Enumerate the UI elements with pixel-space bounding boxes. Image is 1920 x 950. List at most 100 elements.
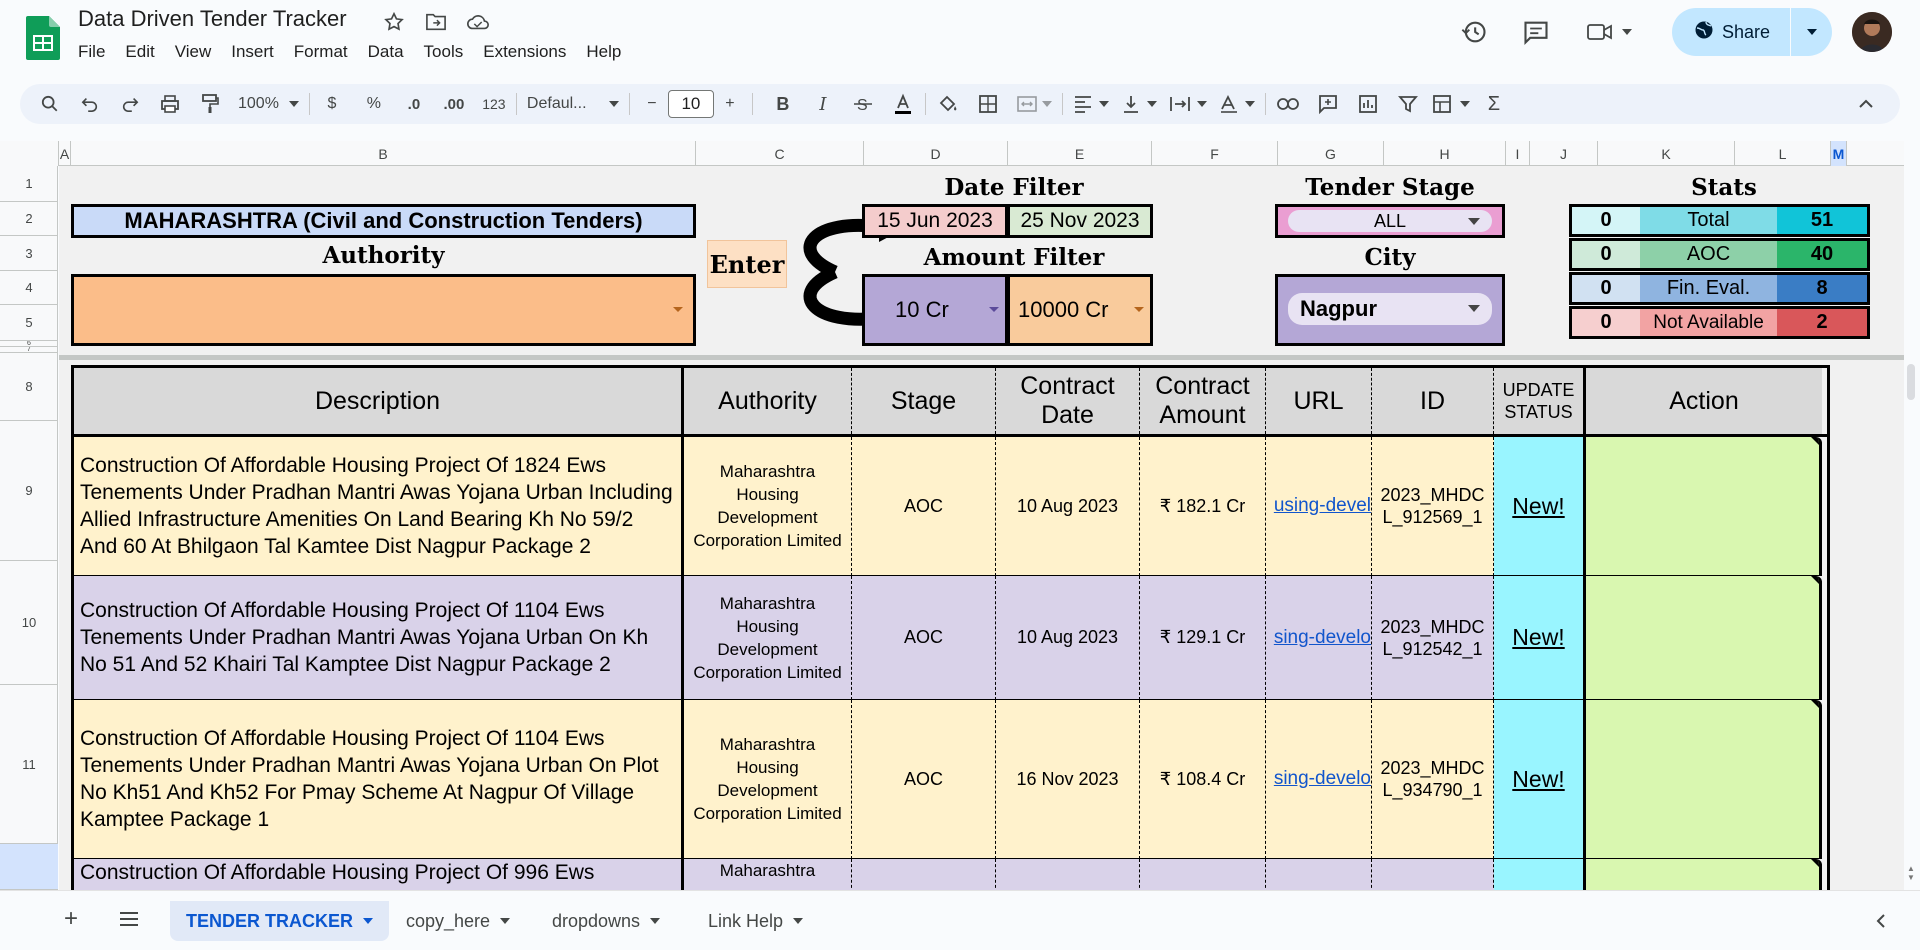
column-header-h[interactable]: H bbox=[1384, 141, 1506, 166]
row-header-3[interactable]: 3 bbox=[0, 236, 58, 271]
menu-data[interactable]: Data bbox=[358, 40, 414, 64]
insert-link-icon[interactable] bbox=[1272, 88, 1304, 120]
font-select[interactable]: Defaul... bbox=[523, 88, 623, 120]
comments-icon[interactable] bbox=[1512, 8, 1560, 56]
column-header-i[interactable]: I bbox=[1506, 141, 1530, 166]
merge-cells-icon[interactable] bbox=[1012, 88, 1056, 120]
menu-help[interactable]: Help bbox=[576, 40, 631, 64]
document-title[interactable]: Data Driven Tender Tracker bbox=[78, 6, 347, 32]
cell-action[interactable] bbox=[1586, 700, 1822, 859]
row-header-11[interactable]: 11 bbox=[0, 685, 58, 844]
cell-action[interactable] bbox=[1586, 859, 1822, 890]
print-icon[interactable] bbox=[154, 88, 186, 120]
search-menus-icon[interactable] bbox=[34, 88, 66, 120]
avatar[interactable] bbox=[1852, 12, 1892, 52]
cell-action[interactable] bbox=[1586, 437, 1822, 576]
column-header-l[interactable]: L bbox=[1735, 141, 1831, 166]
column-header-g[interactable]: G bbox=[1278, 141, 1384, 166]
all-sheets-icon[interactable] bbox=[118, 911, 140, 932]
row-header-9[interactable]: 9 bbox=[0, 421, 58, 561]
menu-format[interactable]: Format bbox=[284, 40, 358, 64]
move-folder-icon[interactable] bbox=[422, 10, 450, 34]
currency-button[interactable]: $ bbox=[316, 88, 348, 120]
column-header-e[interactable]: E bbox=[1008, 141, 1152, 166]
column-header-m[interactable]: M bbox=[1831, 141, 1847, 166]
more-formats-button[interactable]: 123 bbox=[478, 88, 510, 120]
decrease-font-size-button[interactable]: − bbox=[636, 88, 668, 120]
row-header-1[interactable]: 1 bbox=[0, 166, 58, 202]
row-header-8[interactable]: 8 bbox=[0, 353, 58, 421]
fill-color-icon[interactable] bbox=[932, 88, 964, 120]
cell-url[interactable]: sing-develo bbox=[1266, 700, 1372, 859]
percent-button[interactable]: % bbox=[358, 88, 390, 120]
scrollbar-thumb[interactable] bbox=[1907, 364, 1915, 400]
cell-action[interactable] bbox=[1586, 576, 1822, 700]
functions-button[interactable]: Σ bbox=[1478, 88, 1510, 120]
amount-max-dropdown[interactable]: 10000 Cr bbox=[1007, 274, 1153, 346]
zoom-select[interactable]: 100% bbox=[234, 88, 303, 120]
decrease-decimal-button[interactable]: .0 bbox=[398, 88, 430, 120]
italic-button[interactable]: I bbox=[807, 88, 839, 120]
column-header-c[interactable]: C bbox=[696, 141, 864, 166]
menu-view[interactable]: View bbox=[165, 40, 222, 64]
share-dropdown-icon[interactable] bbox=[1791, 8, 1832, 56]
cell-url[interactable]: using-devel bbox=[1266, 437, 1372, 576]
scroll-arrows-icon[interactable]: ▲ ▼ bbox=[1907, 864, 1915, 882]
row-header-10[interactable]: 10 bbox=[0, 561, 58, 685]
paint-format-icon[interactable] bbox=[194, 88, 226, 120]
strikethrough-icon[interactable]: S bbox=[847, 88, 879, 120]
amount-min-dropdown[interactable]: 10 Cr bbox=[862, 274, 1008, 346]
frozen-rows-divider[interactable] bbox=[59, 355, 1904, 360]
tender-stage-cell[interactable]: ALL bbox=[1275, 204, 1505, 238]
tab-copy-here[interactable]: copy_here bbox=[390, 901, 526, 941]
sheet-explore-collapse-icon[interactable] bbox=[1876, 913, 1886, 934]
increase-decimal-button[interactable]: .00 bbox=[438, 88, 470, 120]
row-header-5[interactable]: 5 bbox=[0, 305, 58, 341]
select-all-corner[interactable] bbox=[0, 141, 59, 166]
cell-update-status[interactable]: New! bbox=[1494, 437, 1586, 576]
text-wrapping-icon[interactable] bbox=[1165, 88, 1211, 120]
tab-tender-tracker[interactable]: TENDER TRACKER bbox=[170, 901, 390, 941]
meet-icon[interactable] bbox=[1574, 8, 1644, 56]
text-rotation-icon[interactable] bbox=[1215, 88, 1259, 120]
row-header-2[interactable]: 2 bbox=[0, 202, 58, 236]
column-header-k[interactable]: K bbox=[1598, 141, 1735, 166]
column-header-d[interactable]: D bbox=[864, 141, 1008, 166]
row-header-12[interactable] bbox=[0, 844, 58, 890]
column-header-j[interactable]: J bbox=[1530, 141, 1598, 166]
vertical-scrollbar[interactable]: ▲ ▼ bbox=[1904, 141, 1920, 890]
horizontal-align-icon[interactable] bbox=[1069, 88, 1113, 120]
redo-icon[interactable] bbox=[114, 88, 146, 120]
cell-url[interactable]: sing-develo bbox=[1266, 576, 1372, 700]
menu-edit[interactable]: Edit bbox=[115, 40, 164, 64]
menu-tools[interactable]: Tools bbox=[414, 40, 474, 64]
cell-update-status[interactable]: New! bbox=[1494, 576, 1586, 700]
date-to-field[interactable]: 25 Nov 2023 bbox=[1007, 204, 1153, 238]
menu-extensions[interactable]: Extensions bbox=[473, 40, 576, 64]
tab-link-help[interactable]: Link Help bbox=[692, 901, 819, 941]
vertical-align-icon[interactable] bbox=[1117, 88, 1161, 120]
bold-button[interactable]: B bbox=[767, 88, 799, 120]
sheet-grid[interactable]: MAHARASHTRA (Civil and Construction Tend… bbox=[59, 166, 1904, 890]
row-header-4[interactable]: 4 bbox=[0, 271, 58, 305]
font-size-input[interactable]: 10 bbox=[667, 90, 714, 118]
menu-insert[interactable]: Insert bbox=[221, 40, 284, 64]
menu-file[interactable]: File bbox=[68, 40, 115, 64]
star-icon[interactable] bbox=[380, 10, 408, 34]
add-sheet-icon[interactable]: + bbox=[64, 907, 78, 931]
column-header-a[interactable]: A bbox=[59, 141, 71, 166]
undo-icon[interactable] bbox=[74, 88, 106, 120]
city-dropdown[interactable]: Nagpur bbox=[1288, 293, 1492, 325]
column-header-f[interactable]: F bbox=[1152, 141, 1278, 166]
authority-dropdown[interactable] bbox=[71, 274, 696, 346]
column-header-b[interactable]: B bbox=[71, 141, 696, 166]
borders-icon[interactable] bbox=[972, 88, 1004, 120]
cell-update-status[interactable] bbox=[1494, 859, 1586, 890]
cell-url[interactable] bbox=[1266, 859, 1372, 890]
date-from-field[interactable]: 15 Jun 2023 bbox=[862, 204, 1008, 238]
text-color-icon[interactable] bbox=[887, 88, 919, 120]
filter-icon[interactable] bbox=[1392, 88, 1424, 120]
tab-dropdowns[interactable]: dropdowns bbox=[536, 901, 676, 941]
increase-font-size-button[interactable]: + bbox=[714, 88, 746, 120]
city-cell[interactable]: Nagpur bbox=[1275, 274, 1505, 346]
